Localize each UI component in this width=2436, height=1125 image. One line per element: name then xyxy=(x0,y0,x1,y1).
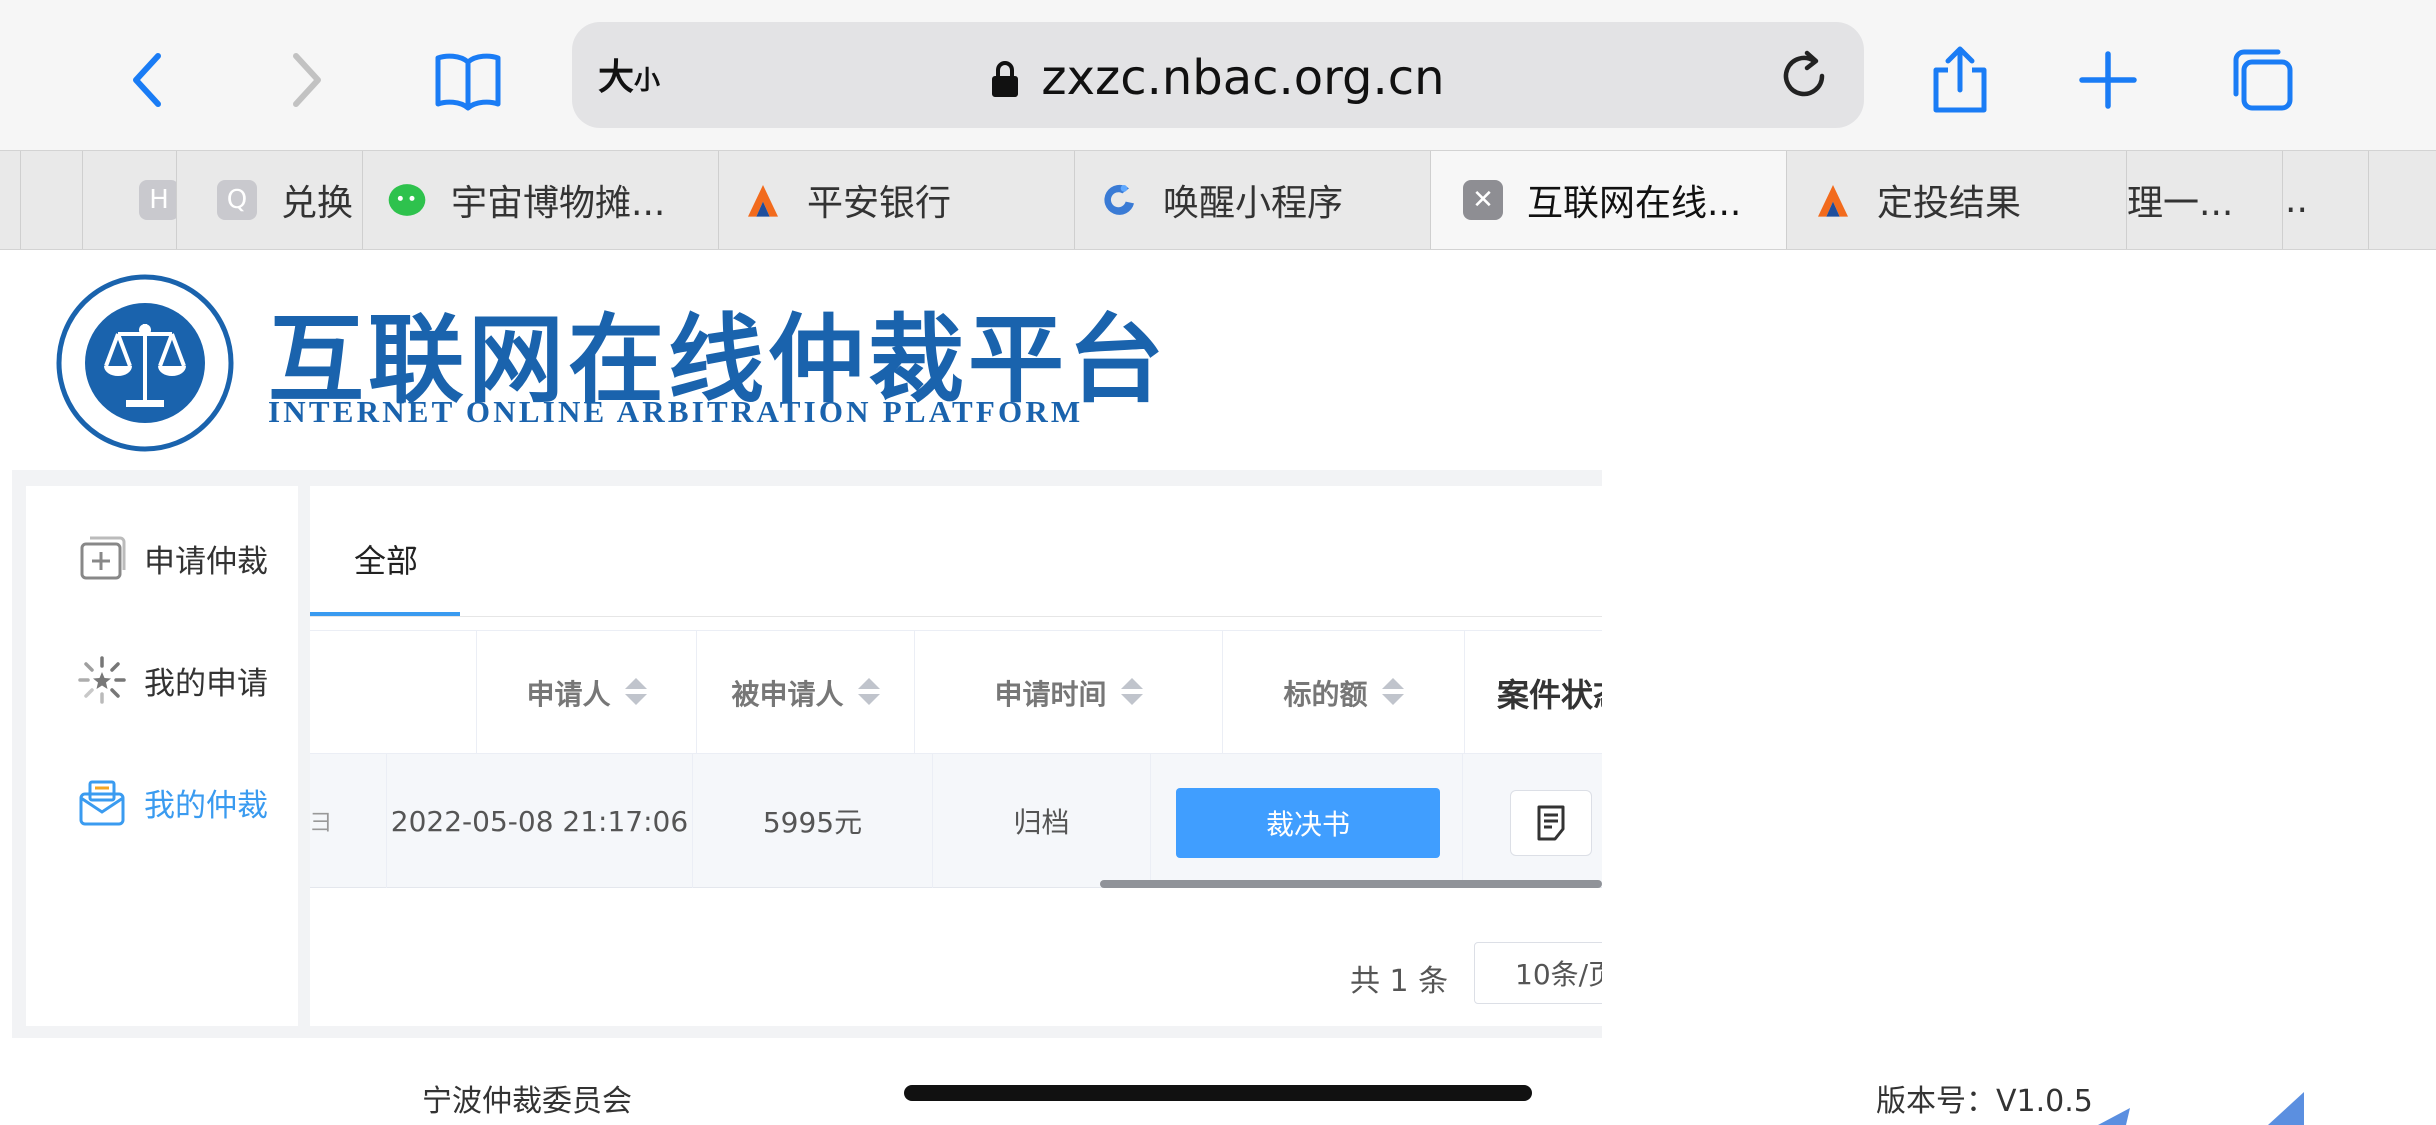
column-header-status: 案件状态 xyxy=(1464,631,1602,755)
tab-stub[interactable] xyxy=(20,151,82,249)
tab-divider xyxy=(310,616,1602,617)
tab-li[interactable]: 理一... xyxy=(2126,151,2282,249)
home-indicator[interactable] xyxy=(904,1085,1532,1101)
page-size-select[interactable]: 10条/页 xyxy=(1474,942,1602,1004)
sort-icon[interactable] xyxy=(1381,678,1404,708)
column-label: 案件状态 xyxy=(1497,676,1602,714)
pagination-total: 共 1 条 xyxy=(1350,964,1449,999)
tab-wakeup[interactable]: 唤醒小程序 xyxy=(1074,151,1430,249)
back-button[interactable] xyxy=(100,30,200,130)
sidebar-item-apply[interactable]: 申请仲裁 xyxy=(76,532,268,584)
verdict-button[interactable]: 裁决书 xyxy=(1176,788,1440,858)
tab-arbitration-active[interactable]: ✕ 互联网在线... xyxy=(1430,151,1786,249)
chevron-right-icon xyxy=(293,53,321,107)
tab-label: .. xyxy=(2285,179,2308,221)
tab-label: 唤醒小程序 xyxy=(1163,183,1344,224)
sidebar-item-my-arbitration[interactable]: 我的仲裁 xyxy=(76,776,268,828)
tab-label: 宇宙博物摊... xyxy=(451,183,666,224)
brand-title-en: INTERNET ONLINE ARBITRATION PLATFORM xyxy=(268,394,1084,429)
column-label: 标的额 xyxy=(1283,678,1368,711)
view-document-button[interactable] xyxy=(1510,790,1592,856)
tabs-icon xyxy=(2233,49,2293,111)
browser-toolbar: 大小 zxzc.nbac.org.cn xyxy=(0,0,2436,150)
tab-label: 兑换 xyxy=(281,183,354,224)
pingan-icon xyxy=(743,180,783,220)
sort-icon[interactable] xyxy=(1120,678,1143,708)
sidebar-item-label: 我的申请 xyxy=(144,665,268,702)
tab-bar: H Q 兑换 宇宙博物摊... 平安银行 唤醒小程序 ✕ 互联网在线... 定投… xyxy=(0,150,2436,250)
bookmarks-button[interactable] xyxy=(418,30,518,130)
table-header: 申请人 被申请人 申请时间 标的额 案件状态 xyxy=(310,630,1602,755)
tab-museum[interactable]: 宇宙博物摊... xyxy=(362,151,718,249)
reload-icon[interactable] xyxy=(1774,46,1834,106)
lock-icon xyxy=(992,61,1019,97)
book-icon xyxy=(435,53,501,111)
tabs-overview-button[interactable] xyxy=(2212,30,2312,130)
pingan-icon xyxy=(1813,180,1853,220)
close-icon[interactable]: ✕ xyxy=(1463,180,1503,220)
column-label: 申请时间 xyxy=(994,678,1107,711)
forward-button[interactable] xyxy=(254,30,354,130)
url-text: zxzc.nbac.org.cn xyxy=(1041,50,1445,106)
column-header-blank xyxy=(310,631,476,755)
cell-clipped: 彐 xyxy=(310,811,333,836)
horizontal-scrollbar[interactable] xyxy=(1100,880,1602,888)
chevron-left-icon xyxy=(133,53,161,107)
sort-icon[interactable] xyxy=(857,678,880,708)
wechat-icon xyxy=(387,180,427,220)
tab-more[interactable]: .. xyxy=(2282,151,2368,249)
cell-apply-time: 2022-05-08 21:17:06 xyxy=(386,754,692,888)
sidebar-item-my-applications[interactable]: 我的申请 xyxy=(76,654,268,706)
column-header-respondent[interactable]: 被申请人 xyxy=(696,631,914,755)
corner-decoration xyxy=(2098,1092,2304,1125)
q-letter-icon: Q xyxy=(217,180,257,220)
tab-dingtou[interactable]: 定投结果 xyxy=(1786,151,2126,249)
loading-icon xyxy=(78,656,126,704)
share-button[interactable] xyxy=(1910,30,2010,130)
swirl-icon xyxy=(1099,180,1139,220)
tab-label: 定投结果 xyxy=(1877,183,2022,224)
tab-label: 互联网在线... xyxy=(1527,183,1742,224)
sidebar: 申请仲裁 我的申请 我的仲裁 xyxy=(26,486,298,1026)
cell-status: 归档 xyxy=(932,754,1150,888)
tab-label: 理一... xyxy=(2127,183,2234,224)
column-header-amount[interactable]: 标的额 xyxy=(1222,631,1464,755)
tab-duihuan[interactable]: Q 兑换 xyxy=(176,151,362,249)
tab-h[interactable]: H xyxy=(82,151,176,249)
plus-icon xyxy=(2079,51,2137,109)
main-content: 全部 申请人 被申请人 申请时间 标的额 案件状态 彐 2022-05-08 2… xyxy=(310,486,1602,1026)
new-tab-button[interactable] xyxy=(2058,30,2158,130)
cell-amount: 5995元 xyxy=(692,754,932,888)
sort-icon[interactable] xyxy=(624,678,647,708)
sidebar-item-label: 我的仲裁 xyxy=(144,787,268,824)
url-display[interactable]: zxzc.nbac.org.cn xyxy=(572,50,1864,106)
address-bar[interactable]: 大小 zxzc.nbac.org.cn xyxy=(572,22,1864,128)
tab-pingan[interactable]: 平安银行 xyxy=(718,151,1074,249)
tab-label: 平安银行 xyxy=(807,183,952,224)
footer-org: 宁波仲裁委员会 xyxy=(422,1084,632,1119)
column-header-applicant[interactable]: 申请人 xyxy=(476,631,696,755)
column-label: 申请人 xyxy=(526,678,611,711)
column-label: 被申请人 xyxy=(731,678,844,711)
h-letter-icon: H xyxy=(139,180,176,220)
column-header-apply-time[interactable]: 申请时间 xyxy=(914,631,1222,755)
sidebar-item-label: 申请仲裁 xyxy=(144,543,268,580)
share-icon xyxy=(1933,46,1987,113)
arbitration-seal-logo xyxy=(56,274,234,452)
tab-stub-right[interactable] xyxy=(2368,151,2436,249)
mail-icon xyxy=(79,780,125,826)
add-case-icon xyxy=(80,536,126,580)
document-icon xyxy=(1537,805,1565,841)
footer-version: 版本号：V1.0.5 xyxy=(1876,1084,2093,1119)
tab-all[interactable]: 全部 xyxy=(354,536,418,582)
